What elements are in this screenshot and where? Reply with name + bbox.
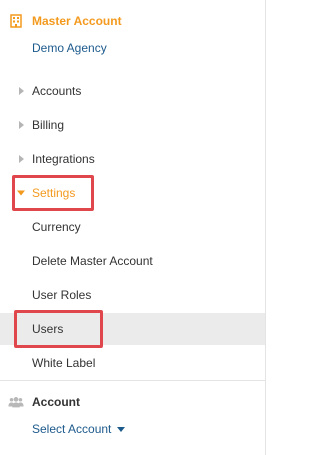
account-header: Account — [0, 392, 265, 412]
account-title: Account — [32, 395, 80, 409]
caret-right-icon — [19, 87, 24, 95]
users-group-icon — [8, 394, 24, 410]
building-icon — [8, 13, 24, 29]
settings-item-user-roles[interactable]: User Roles — [0, 280, 265, 310]
settings-item-white-label[interactable]: White Label — [0, 348, 265, 378]
master-account-header: Master Account — [0, 11, 265, 31]
nav-item-label: Integrations — [32, 152, 95, 166]
settings-item-currency[interactable]: Currency — [0, 212, 265, 242]
settings-item-label: Users — [32, 322, 64, 336]
nav-item-billing[interactable]: Billing — [0, 115, 265, 135]
section-divider — [0, 380, 265, 381]
sidebar-nav: Master Account Demo Agency Accounts Bill… — [0, 0, 266, 455]
nav-item-integrations[interactable]: Integrations — [0, 149, 265, 169]
settings-item-label: User Roles — [32, 288, 92, 302]
nav-item-settings[interactable]: Settings — [0, 183, 265, 203]
nav-item-label: Billing — [32, 118, 65, 132]
settings-item-label: White Label — [32, 356, 96, 370]
nav-item-accounts[interactable]: Accounts — [0, 81, 265, 101]
caret-down-icon — [17, 190, 25, 196]
nav-item-label: Accounts — [32, 84, 82, 98]
settings-item-users[interactable]: Users — [0, 313, 265, 345]
master-account-title: Master Account — [32, 14, 122, 28]
settings-item-label: Delete Master Account — [32, 254, 153, 268]
chevron-down-icon — [117, 426, 126, 432]
select-account-label: Select Account — [32, 422, 112, 436]
settings-item-label: Currency — [32, 220, 81, 234]
settings-item-delete-master-account[interactable]: Delete Master Account — [0, 246, 265, 276]
caret-right-icon — [19, 155, 24, 163]
caret-right-icon — [19, 121, 24, 129]
agency-link[interactable]: Demo Agency — [32, 41, 107, 55]
select-account-dropdown[interactable]: Select Account — [32, 422, 126, 436]
nav-item-label: Settings — [32, 186, 76, 200]
